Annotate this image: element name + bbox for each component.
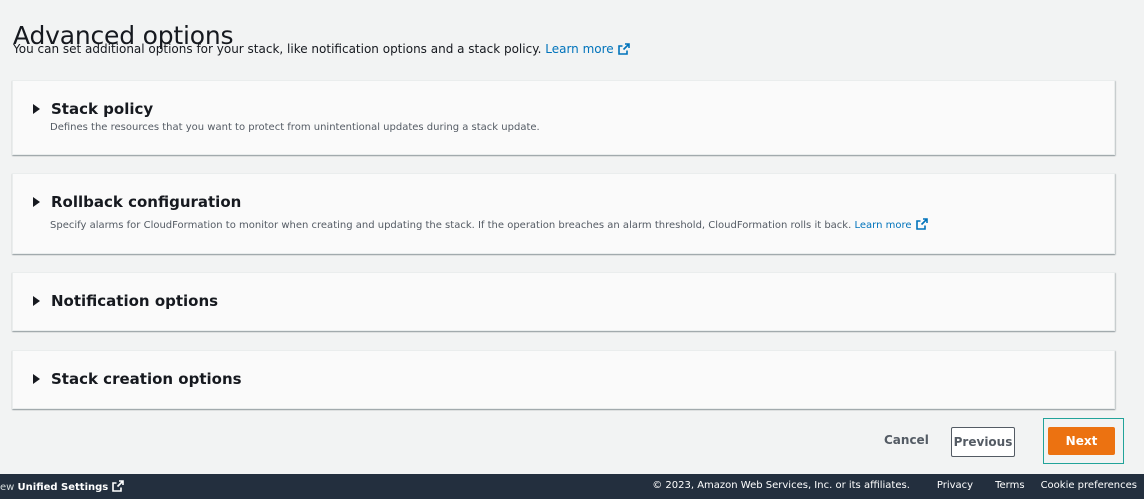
external-link-icon [112,480,125,492]
learn-more-label: Learn more [545,42,614,56]
console-footer: ew Unified Settings © 2023, Amazon Web S… [0,474,1144,499]
footer-left-prefix: ew [0,482,15,493]
stack-policy-title: Stack policy [51,100,154,118]
copyright-text: © 2023, Amazon Web Services, Inc. or its… [652,480,910,491]
previous-button[interactable]: Previous [951,427,1015,457]
stack-creation-options-toggle[interactable]: Stack creation options [33,370,242,388]
stack-policy-panel: Stack policy Defines the resources that … [12,80,1115,155]
rollback-learn-more-link[interactable]: Learn more [854,218,928,231]
privacy-link[interactable]: Privacy [937,480,973,491]
caret-right-icon [33,197,40,207]
unified-settings-link[interactable]: Unified Settings [18,482,109,493]
page-description: You can set additional options for your … [13,42,630,56]
stack-creation-options-title: Stack creation options [51,370,242,388]
stack-creation-options-panel: Stack creation options [12,350,1115,409]
rollback-description-text: Specify alarms for CloudFormation to mon… [50,220,852,231]
caret-right-icon [33,104,40,114]
external-link-icon [915,218,928,230]
rollback-learn-more-label: Learn more [854,220,912,231]
rollback-configuration-title: Rollback configuration [51,193,242,211]
cancel-button[interactable]: Cancel [884,433,929,447]
rollback-configuration-toggle[interactable]: Rollback configuration [33,193,241,211]
stack-policy-description: Defines the resources that you want to p… [50,122,540,133]
footer-links: © 2023, Amazon Web Services, Inc. or its… [652,480,1144,491]
notification-options-panel: Notification options [12,272,1115,331]
notification-options-title: Notification options [51,292,219,310]
notification-options-toggle[interactable]: Notification options [33,292,218,310]
rollback-configuration-description: Specify alarms for CloudFormation to mon… [50,218,928,231]
footer-unified-settings[interactable]: ew Unified Settings [0,480,125,493]
learn-more-link[interactable]: Learn more [545,42,630,56]
stack-policy-toggle[interactable]: Stack policy [33,100,153,118]
terms-link[interactable]: Terms [995,480,1024,491]
next-button[interactable]: Next [1048,427,1115,455]
page-description-text: You can set additional options for your … [13,42,542,56]
external-link-icon [617,43,630,55]
caret-right-icon [33,296,40,306]
caret-right-icon [33,374,40,384]
cookie-preferences-link[interactable]: Cookie preferences [1041,480,1137,491]
rollback-configuration-panel: Rollback configuration Specify alarms fo… [12,173,1115,254]
